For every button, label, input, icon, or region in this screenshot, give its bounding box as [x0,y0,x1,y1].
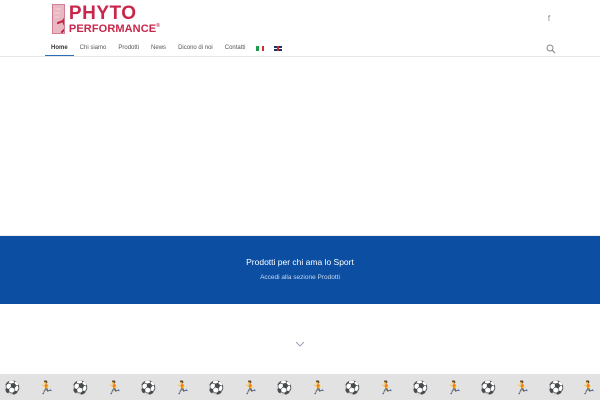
athlete-pattern-icon: 🏃 [446,380,463,395]
athlete-pattern-icon: ⚽ [72,380,89,395]
athlete-pattern-icon: 🏃 [514,380,531,395]
nav-label: Dicono di noi [178,45,213,51]
athlete-pattern-icon: 🏃 [378,380,395,395]
nav-label: Prodotti [118,45,140,51]
logo-line-2-text: PERFORMANCE [68,22,157,35]
athlete-pattern-icon: ⚽ [276,380,293,395]
hero-area [0,57,600,236]
athlete-pattern-icon: 🏃 [242,380,259,395]
athlete-pattern-icon: 🏃 [174,380,191,395]
nav-item-prodotti[interactable]: Prodotti [112,41,145,55]
chevron-down-icon[interactable] [295,335,305,347]
nav-item-home[interactable]: Home [45,41,74,57]
logo-line-2: PERFORMANCE® [68,22,160,35]
trademark-symbol: ® [156,22,160,29]
sports-pattern-background: ⚽ 🏃 ⚽ 🏃 ⚽ 🏃 ⚽ 🏃 ⚽ 🏃 ⚽ 🏃 ⚽ 🏃 ⚽ 🏃 ⚽ 🏃 [0,374,600,400]
it-flag-icon[interactable] [256,45,265,51]
athlete-pattern-icon: 🏃 [310,380,327,395]
nav-item-chi-siamo[interactable]: Chi siamo [74,41,113,55]
nav-item-news[interactable]: News [145,41,172,55]
facebook-glyph: f [547,14,551,23]
banner-products-link[interactable]: Accedi alla sezione Prodotti [0,274,600,281]
nav-item-contatti[interactable]: Contatti [219,41,252,55]
athlete-pattern-icon: ⚽ [4,380,21,395]
athlete-pattern-icon: 🏃 [580,380,597,395]
facebook-icon[interactable]: f [544,14,554,26]
site-header: PHYTO PERFORMANCE® f Home Chi siamo Prod… [0,0,600,57]
athlete-pattern-icon: ⚽ [548,380,565,395]
nav-label: Chi siamo [79,45,107,51]
main-navigation: Home Chi siamo Prodotti News Dicono di n… [45,40,287,57]
site-logo[interactable]: PHYTO PERFORMANCE® [52,4,160,34]
search-icon[interactable] [546,41,556,54]
en-flag-icon[interactable] [274,45,283,51]
athlete-pattern-icon: ⚽ [480,380,497,395]
nav-label: Contatti [224,45,246,51]
nav-item-dicono-di-noi[interactable]: Dicono di noi [172,41,219,55]
athlete-pattern-icon: ⚽ [208,380,225,395]
athlete-pattern-icon: 🏃 [106,380,123,395]
athlete-pattern-icon: 🏃 [38,380,55,395]
nav-label: News [151,45,167,51]
athlete-pattern-icon: ⚽ [140,380,157,395]
athlete-pattern-icon: ⚽ [344,380,361,395]
logo-wordmark: PHYTO PERFORMANCE® [69,4,160,35]
banner-title: Prodotti per chi ama lo Sport [246,257,354,267]
nav-label: Home [51,45,68,51]
products-banner[interactable]: Prodotti per chi ama lo Sport Accedi all… [0,236,600,304]
runner-logo-icon [52,4,65,34]
logo-line-1: PHYTO [68,2,137,24]
athlete-pattern-icon: ⚽ [412,380,429,395]
